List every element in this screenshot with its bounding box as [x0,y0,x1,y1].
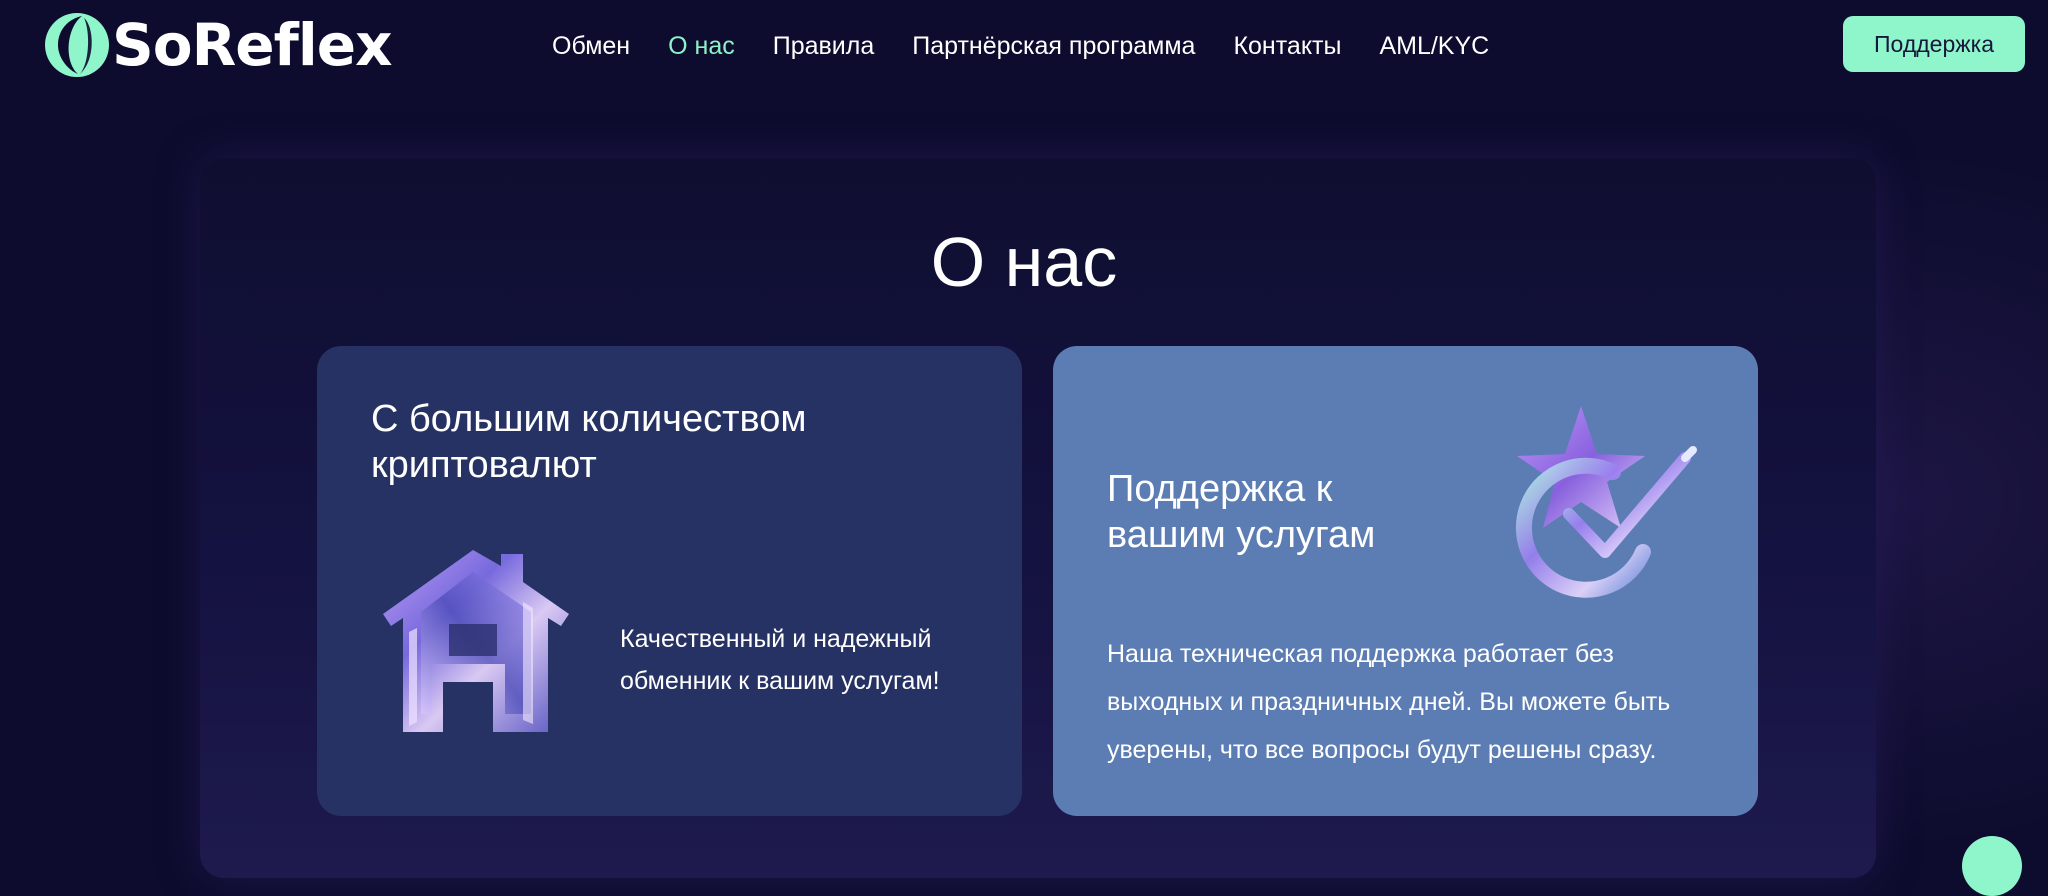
card-text: Наша техническая поддержка работает без … [1107,640,1671,764]
nav-item-contacts[interactable]: Контакты [1233,28,1341,64]
card-cryptocurrencies: С большим количеством криптовалют Качест… [317,346,1022,816]
star-check-icon [1515,406,1697,598]
card-text: Качественный и надежный обменник к вашим… [620,625,940,695]
nav-item-aml-kyc[interactable]: AML/KYC [1379,28,1489,64]
card-title: Поддержка к вашим услугам [1107,468,1376,556]
card-title: С большим количеством криптовалют [371,398,807,486]
logo-mark-icon [45,13,109,77]
chat-widget-button[interactable] [1962,836,2022,896]
nav-item-about[interactable]: О нас [668,28,735,64]
logo[interactable]: SoReflex [44,10,392,80]
site-header: SoReflex Обмен О нас Правила Партнёрская… [0,0,2048,92]
house-icon [383,550,569,732]
page-title: О нас [930,223,1118,301]
card-support: Поддержка к вашим услугам Наша техническ… [1053,346,1758,816]
nav-item-rules[interactable]: Правила [773,28,875,64]
support-button[interactable]: Поддержка [1843,16,2025,72]
nav-item-partner-program[interactable]: Партнёрская программа [912,28,1195,64]
nav-item-exchange[interactable]: Обмен [552,28,630,64]
main-nav: Обмен О нас Правила Партнёрская программ… [552,28,1527,64]
logo-text: SoReflex [112,11,392,79]
